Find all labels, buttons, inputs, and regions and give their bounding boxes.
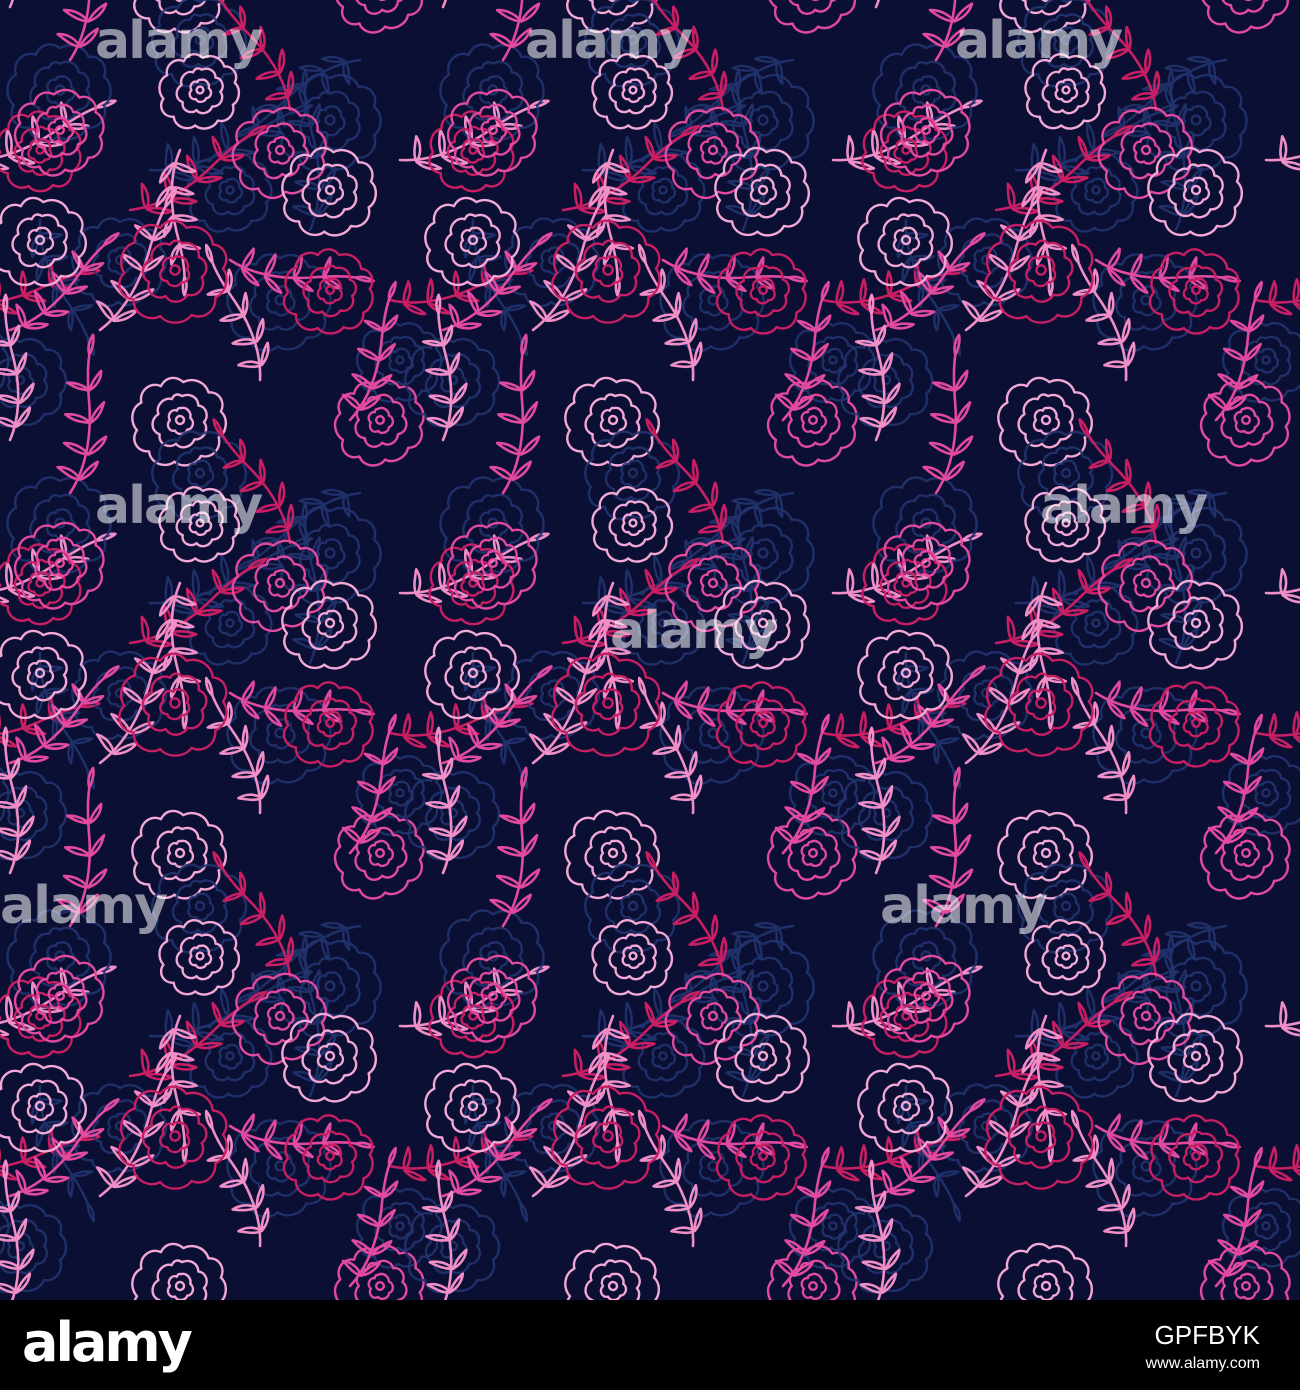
image-id-label: GPFBYK bbox=[1154, 1320, 1260, 1350]
floral-pattern: alamy alamy alamy alamy alamy alamy alam… bbox=[0, 0, 1300, 1300]
floral-pattern-svg bbox=[0, 0, 1300, 1300]
alamy-logo: alamy bbox=[22, 1311, 193, 1374]
footer-bar: alamy GPFBYK www.alamy.com bbox=[0, 1300, 1300, 1390]
site-url-label: www.alamy.com bbox=[1145, 1355, 1260, 1372]
